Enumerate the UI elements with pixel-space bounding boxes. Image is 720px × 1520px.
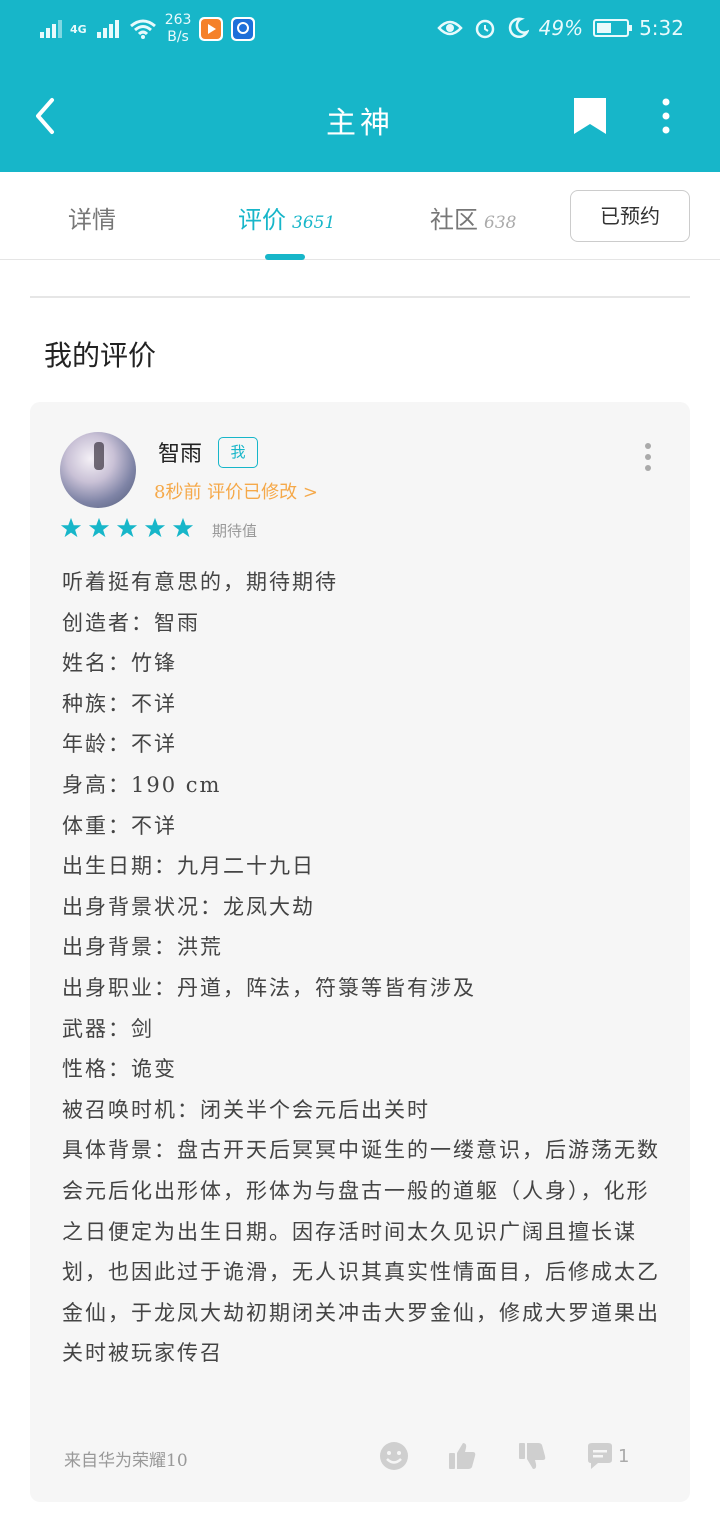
eye-icon	[436, 20, 463, 36]
app-bar: 主神	[0, 62, 720, 172]
video-app-icon	[199, 17, 224, 41]
review-meta-link[interactable]: 8秒前 评价已修改 >	[154, 478, 318, 504]
tab-indicator	[265, 254, 305, 260]
review-line: 创造者：智雨	[62, 610, 200, 635]
status-bar: 4G 263 B/s 49% 5:32	[0, 0, 720, 62]
browser-app-icon	[231, 17, 256, 41]
review-line: 出生日期：九月二十九日	[62, 854, 315, 879]
rating-stars	[60, 517, 194, 539]
reserved-button[interactable]: 已预约	[570, 190, 690, 242]
battery-icon	[593, 19, 633, 37]
section-title: 我的评价	[44, 339, 157, 372]
comment-icon[interactable]	[584, 1440, 616, 1472]
page-title: 主神	[326, 106, 394, 141]
card-more-icon[interactable]	[644, 442, 652, 472]
tab-bar: 详情 评价 3651 社区 638 已预约	[0, 172, 720, 260]
review-line: 出身背景：洪荒	[62, 935, 223, 960]
me-badge: 我	[218, 437, 258, 468]
bookmark-icon[interactable]	[572, 96, 608, 136]
star-icon	[60, 517, 82, 538]
avatar[interactable]	[60, 432, 136, 508]
signal-icon	[36, 18, 62, 40]
comment-count: 1	[618, 1446, 630, 1467]
alarm-icon	[475, 19, 494, 39]
review-line: 具体背景：盘古开天后冥冥中诞生的一缕意识，后游荡无数会元后化出形体，形体为与盘古…	[62, 1138, 660, 1366]
battery-percent: 49%	[538, 16, 584, 40]
review-card[interactable]: 智雨 我 8秒前 评价已修改 > 期待值 听着挺有意思的，期待期待 创造者：智雨…	[30, 402, 690, 1502]
review-line: 性格：诡变	[62, 1057, 177, 1082]
signal-icon	[95, 18, 121, 40]
moon-icon	[508, 17, 529, 39]
review-line: 身高：190 cm	[62, 772, 222, 797]
thumbs-up-icon[interactable]	[446, 1440, 478, 1472]
divider	[30, 296, 690, 298]
review-line: 年龄：不详	[62, 732, 177, 757]
thumbs-down-icon[interactable]	[516, 1440, 548, 1472]
review-body: 听着挺有意思的，期待期待 创造者：智雨 姓名：竹锋 种族：不详 年龄：不详 身高…	[62, 562, 662, 1374]
review-line: 听着挺有意思的，期待期待	[62, 570, 338, 594]
clock: 5:32	[639, 16, 684, 40]
tab-reviews[interactable]: 评价 3651	[238, 200, 335, 235]
star-icon	[144, 517, 166, 538]
device-source: 来自华为荣耀10	[64, 1451, 188, 1471]
review-line: 出身背景状况：龙凤大劫	[62, 894, 315, 919]
tab-community[interactable]: 社区 638	[430, 200, 516, 235]
username[interactable]: 智雨	[158, 436, 202, 468]
tab-details[interactable]: 详情	[68, 200, 122, 235]
rating-label: 期待值	[212, 522, 258, 540]
star-icon	[172, 517, 194, 538]
network-type: 4G	[70, 22, 87, 36]
review-line: 姓名：竹锋	[62, 651, 177, 676]
more-icon[interactable]	[656, 98, 676, 134]
emoji-icon[interactable]	[378, 1440, 410, 1472]
review-line: 种族：不详	[62, 691, 177, 716]
review-line: 被召唤时机：闭关半个会元后出关时	[62, 1097, 430, 1122]
review-line: 武器：剑	[62, 1016, 154, 1041]
network-speed: 263 B/s	[164, 12, 192, 45]
review-line: 体重：不详	[62, 813, 177, 838]
star-icon	[116, 517, 138, 538]
review-line: 出身职业：丹道，阵法，符箓等皆有涉及	[62, 975, 476, 1000]
wifi-icon	[129, 19, 156, 39]
star-icon	[88, 517, 110, 538]
